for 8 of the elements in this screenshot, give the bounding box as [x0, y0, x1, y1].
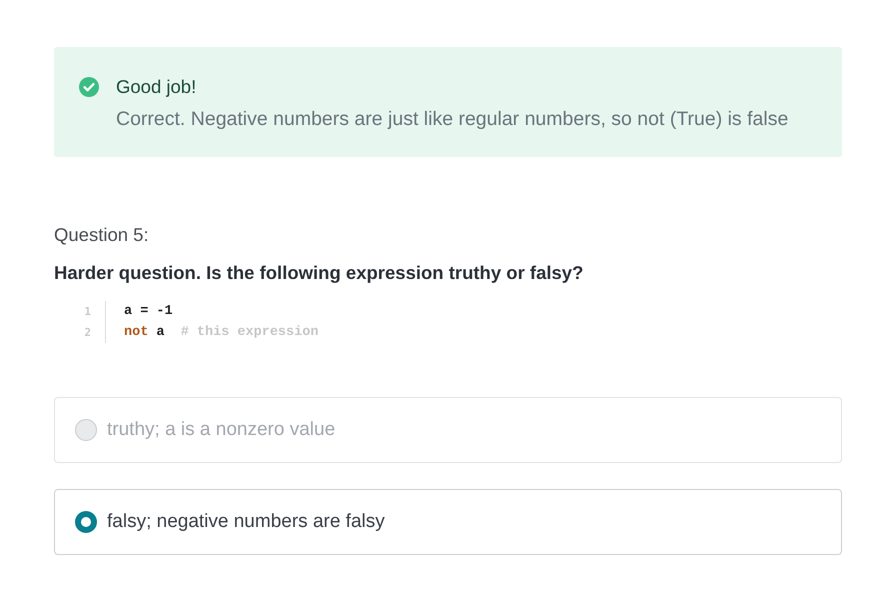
question-number: Question 5: — [54, 223, 150, 247]
code-line: a = -1 — [124, 303, 174, 321]
feedback-title: Good job! — [116, 75, 198, 99]
answer-option[interactable]: falsy; negative numbers are falsy — [54, 489, 842, 555]
check-circle-icon — [79, 77, 99, 97]
code-line: not a # this expression — [124, 324, 318, 342]
feedback-message: Correct. Negative numbers are just like regular numbers, so not (True) is false — [116, 107, 788, 132]
question-text: Harder question. Is the following expression truthy or falsy? — [54, 261, 584, 285]
